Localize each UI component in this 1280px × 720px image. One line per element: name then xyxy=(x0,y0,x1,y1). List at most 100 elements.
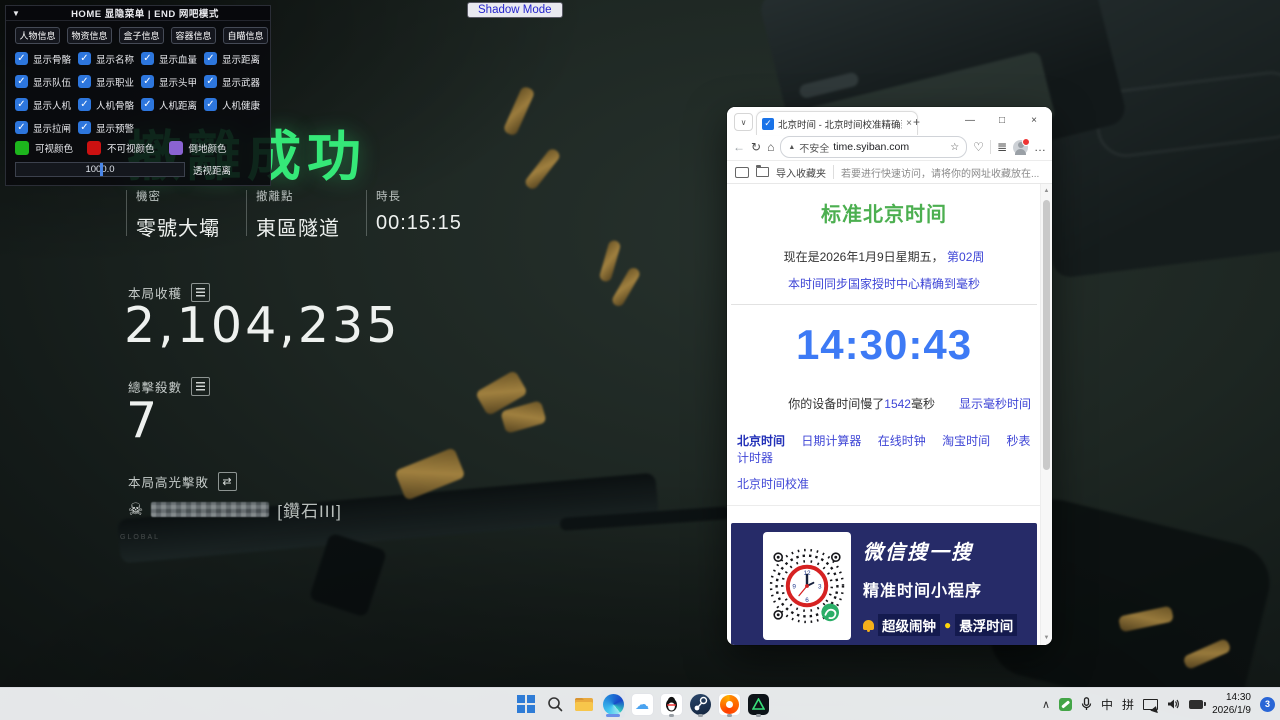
tab-box-info[interactable]: 盒子信息 xyxy=(119,27,164,44)
tray-expand-chevron-icon[interactable]: ∧ xyxy=(1042,698,1050,711)
import-favorites-label[interactable]: 导入收藏夹 xyxy=(776,165,826,180)
home-icon[interactable]: ⌂ xyxy=(767,140,774,154)
checkbox-item[interactable]: 显示职业 xyxy=(78,70,141,93)
edge-browser-button[interactable] xyxy=(601,690,625,718)
maximize-button[interactable]: □ xyxy=(986,107,1018,134)
cast-display-icon[interactable] xyxy=(1143,699,1158,710)
microphone-icon[interactable] xyxy=(1081,697,1092,711)
checkbox-item[interactable]: 显示武器 xyxy=(204,70,267,93)
shadow-mode-button[interactable]: Shadow Mode xyxy=(467,2,563,18)
settings-menu-icon[interactable]: … xyxy=(1034,140,1046,154)
favorite-star-icon[interactable]: ☆ xyxy=(950,142,959,153)
browser-titlebar[interactable]: ∨ ✓ 北京时间 - 北京时间校准精确到毫 × + — □ × xyxy=(727,107,1052,134)
checkbox-checked-icon[interactable] xyxy=(204,52,217,65)
favorites-hub-icon[interactable]: ≣ xyxy=(997,140,1007,154)
cheat-menu-header[interactable]: ▼ HOME 显隐菜单 | END 网吧模式 xyxy=(6,6,270,21)
tab-search-button[interactable]: ∨ xyxy=(734,113,753,131)
browser-tab[interactable]: ✓ 北京时间 - 北京时间校准精确到毫 × xyxy=(756,111,918,135)
profile-avatar[interactable] xyxy=(1013,140,1028,155)
checkbox-checked-icon[interactable] xyxy=(15,121,28,134)
sidebar-icon[interactable] xyxy=(735,167,749,178)
checkbox-item[interactable]: 显示头甲 xyxy=(141,70,204,93)
checkbox-item[interactable]: 显示血量 xyxy=(141,47,204,70)
slider-handle[interactable] xyxy=(100,163,103,176)
visible-color-swatch[interactable] xyxy=(15,141,29,155)
cloud-app-button[interactable]: ☁ xyxy=(630,690,654,718)
checkbox-item[interactable]: 人机健康 xyxy=(204,93,267,116)
qr-code-card: 12 3 6 9 xyxy=(763,532,851,640)
checkbox-checked-icon[interactable] xyxy=(15,52,28,65)
list-icon[interactable] xyxy=(191,377,210,396)
url-text[interactable]: time.syiban.com xyxy=(833,141,909,153)
checkbox-checked-icon[interactable] xyxy=(78,121,91,134)
qq-button[interactable] xyxy=(659,690,683,718)
checkbox-checked-icon[interactable] xyxy=(141,98,154,111)
checkbox-checked-icon[interactable] xyxy=(78,75,91,88)
notification-badge[interactable]: 3 xyxy=(1260,697,1275,712)
tray-clock[interactable]: 14:30 2026/1/9 xyxy=(1212,691,1251,717)
esp-distance-slider[interactable]: 1000.0 xyxy=(15,162,185,177)
wechat-banner[interactable]: 12 3 6 9 微信搜一搜 xyxy=(731,523,1037,645)
checkbox-item[interactable]: 显示队伍 xyxy=(15,70,78,93)
checkbox-item[interactable]: 显示名称 xyxy=(78,47,141,70)
browser-essentials-icon[interactable]: ♡ xyxy=(973,140,984,154)
minimize-button[interactable]: — xyxy=(954,107,986,134)
tab-loot-info[interactable]: 物资信息 xyxy=(67,27,112,44)
checkbox-checked-icon[interactable] xyxy=(78,52,91,65)
scroll-up-arrow[interactable]: ▲ xyxy=(1041,188,1052,194)
back-icon[interactable]: ← xyxy=(733,140,745,154)
start-button[interactable] xyxy=(514,690,538,718)
steam-button[interactable] xyxy=(688,690,712,718)
player-name-blurred xyxy=(151,502,269,517)
tab-aimbot-info[interactable]: 自瞄信息 xyxy=(223,27,268,44)
refresh-icon[interactable]: ↻ xyxy=(751,140,761,154)
tab-character-info[interactable]: 人物信息 xyxy=(15,27,60,44)
checkbox-checked-icon[interactable] xyxy=(78,98,91,111)
address-bar[interactable]: ▲ 不安全 time.syiban.com ☆ xyxy=(780,136,967,158)
checkbox-item[interactable]: 显示预警 xyxy=(78,116,141,139)
checkbox-label: 显示队伍 xyxy=(33,75,71,89)
checkbox-checked-icon[interactable] xyxy=(15,75,28,88)
week-link[interactable]: 第02周 xyxy=(947,250,984,264)
new-tab-button[interactable]: + xyxy=(913,115,920,129)
speaker-icon[interactable] xyxy=(1167,698,1180,710)
checkbox-checked-icon[interactable] xyxy=(204,98,217,111)
nav-link-online-clock[interactable]: 在线时钟 xyxy=(878,434,926,448)
checkbox-item[interactable]: 人机骨骼 xyxy=(78,93,141,116)
scrollbar-thumb[interactable] xyxy=(1043,200,1050,470)
collapse-triangle-icon[interactable]: ▼ xyxy=(12,9,20,18)
checkbox-item[interactable]: 显示拉闸 xyxy=(15,116,78,139)
show-ms-link[interactable]: 显示毫秒时间 xyxy=(959,397,1031,411)
tab-container-info[interactable]: 容器信息 xyxy=(171,27,216,44)
scroll-down-arrow[interactable]: ▼ xyxy=(1041,635,1052,641)
battery-icon[interactable] xyxy=(1189,700,1203,709)
checkbox-checked-icon[interactable] xyxy=(204,75,217,88)
close-button[interactable]: × xyxy=(1018,107,1050,134)
nav-link-beijing-time[interactable]: 北京时间 xyxy=(737,434,785,448)
swap-icon[interactable]: ⇄ xyxy=(218,472,237,491)
checkbox-item[interactable]: 显示骨骼 xyxy=(15,47,78,70)
sync-link[interactable]: 本时间同步国家授时中心精确到毫秒 xyxy=(788,277,980,291)
checkbox-item[interactable]: 显示距离 xyxy=(204,47,267,70)
search-button[interactable] xyxy=(543,690,567,718)
nav-link-taobao-time[interactable]: 淘宝时间 xyxy=(942,434,990,448)
checkbox-checked-icon[interactable] xyxy=(15,98,28,111)
checkbox-item[interactable]: 人机距离 xyxy=(141,93,204,116)
checkbox-item[interactable]: 显示人机 xyxy=(15,93,78,116)
import-folder-icon[interactable] xyxy=(756,167,769,177)
orange-app-button[interactable] xyxy=(717,690,741,718)
nav-link-date-calculator[interactable]: 日期计算器 xyxy=(801,434,861,448)
ime-language-indicator[interactable]: 中 xyxy=(1101,696,1113,713)
checkbox-checked-icon[interactable] xyxy=(141,75,154,88)
tray-green-app-icon[interactable] xyxy=(1059,698,1072,711)
tab-close-icon[interactable]: × xyxy=(906,118,912,129)
ime-pinyin-indicator[interactable]: 拼 xyxy=(1122,696,1134,713)
nav-link-time-calibration[interactable]: 北京时间校准 xyxy=(737,477,809,491)
checkbox-label: 显示职业 xyxy=(96,75,134,89)
downed-color-swatch[interactable] xyxy=(169,141,183,155)
checkbox-checked-icon[interactable] xyxy=(141,52,154,65)
invisible-color-swatch[interactable] xyxy=(87,141,101,155)
delta-force-button[interactable] xyxy=(746,690,770,718)
page-scrollbar[interactable]: ▲ ▼ xyxy=(1040,184,1052,645)
file-explorer-button[interactable] xyxy=(572,690,596,718)
